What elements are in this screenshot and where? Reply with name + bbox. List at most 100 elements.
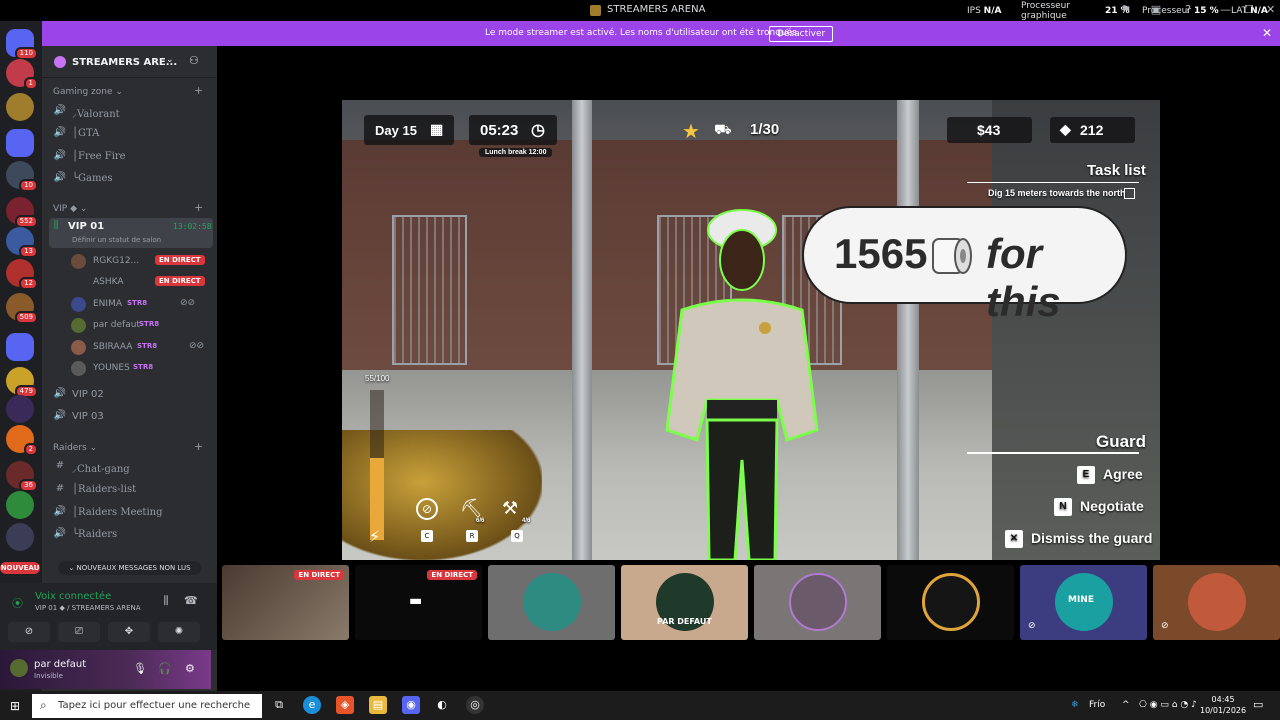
server-icon[interactable]: 13 bbox=[6, 227, 38, 258]
unread-messages-pill[interactable]: ⌄ NOUVEAUX MESSAGES NON LUS bbox=[58, 561, 201, 575]
server-icon[interactable]: 509 bbox=[6, 293, 38, 324]
channel-status-prompt[interactable]: Définir un statut de salon bbox=[72, 236, 161, 244]
taskbar-clock[interactable]: 04:45 10/01/2026 bbox=[1200, 694, 1246, 716]
participant-tile[interactable] bbox=[488, 565, 615, 640]
soundboard-button[interactable]: ✺ bbox=[158, 622, 200, 642]
participant-tile[interactable] bbox=[887, 565, 1014, 640]
voice-connected-label[interactable]: Voix connectée bbox=[35, 591, 111, 602]
server-icon[interactable] bbox=[6, 93, 34, 121]
add-channel-icon[interactable]: + bbox=[194, 440, 203, 453]
help-icon[interactable]: ? bbox=[1182, 4, 1194, 16]
close-banner-icon[interactable]: ✕ bbox=[1262, 26, 1272, 40]
new-badge[interactable]: NOUVEAU bbox=[0, 562, 40, 574]
app-icon[interactable]: ◐ bbox=[433, 696, 451, 714]
server-icon[interactable]: 2 bbox=[6, 425, 38, 456]
server-icon[interactable]: 10 bbox=[6, 161, 38, 192]
folder-icon[interactable] bbox=[6, 129, 34, 157]
activities-button[interactable]: ✥ bbox=[108, 622, 150, 642]
voice-user[interactable]: SBIRAAA STR8 ⊘⊘ bbox=[71, 338, 211, 356]
channel-vip-01[interactable]: ⫼ VIP 01 13:02:58 Définir un statut de s… bbox=[49, 218, 213, 248]
game-stream[interactable]: Day 15 ▦ 05:23 ◷ Lunch break 12:00 ★ ⛟ 1/3… bbox=[342, 100, 1160, 560]
participant-tile[interactable]: EN DIRECT ▬ bbox=[355, 565, 482, 640]
channel-raiders[interactable]: 🔊 ╰Raiders bbox=[53, 526, 213, 544]
invite-people-icon[interactable]: ⚇ bbox=[189, 54, 199, 67]
ips-stat: IPS N/A bbox=[967, 6, 1002, 16]
action-dismiss[interactable]: ✕ Dismiss the guard bbox=[1005, 530, 1152, 549]
compass-icon[interactable]: ⊘ bbox=[416, 498, 438, 520]
voice-user[interactable]: ASHKA EN DIRECT bbox=[71, 273, 211, 291]
server-icon[interactable] bbox=[6, 491, 34, 519]
notification-icon[interactable]: ▭ bbox=[1253, 698, 1263, 711]
avatar[interactable] bbox=[10, 659, 28, 677]
channel-valorant[interactable]: 🔊 ⸝Valorant bbox=[53, 103, 213, 121]
channel-vip-02[interactable]: 🔊 VIP 02 bbox=[53, 386, 213, 404]
guild-header[interactable]: STREAMERS ARE... ⌄ ⚇ bbox=[42, 46, 217, 78]
channel-free-fire[interactable]: 🔊 │Free Fire bbox=[53, 148, 213, 166]
task-view-icon[interactable]: ⧉ bbox=[270, 696, 288, 714]
avatar bbox=[922, 573, 980, 631]
weather-label[interactable]: Frío bbox=[1089, 700, 1105, 710]
taskbar-search[interactable]: ⌕ Tapez ici pour effectuer une recherche bbox=[32, 694, 262, 718]
username[interactable]: par defaut bbox=[34, 659, 86, 670]
participant-tile[interactable]: EN DIRECT bbox=[222, 565, 349, 640]
windows-start-icon[interactable]: ⊞ bbox=[10, 699, 20, 713]
chevron-down-icon[interactable]: ⌄ bbox=[166, 55, 174, 65]
voice-user[interactable]: ENIMA STR8 ⊘⊘ bbox=[71, 295, 211, 313]
add-channel-icon[interactable]: + bbox=[194, 84, 203, 97]
action-agree[interactable]: E Agree bbox=[1077, 466, 1143, 485]
inbox-icon[interactable]: ▣ bbox=[1150, 4, 1162, 16]
tray-icons[interactable]: ⎔ ◉ ▭ ⌂ ◔ ♪ bbox=[1139, 700, 1197, 710]
chevron-up-icon[interactable]: ^ bbox=[1122, 700, 1130, 710]
headphones-icon[interactable]: 🎧 bbox=[158, 662, 172, 675]
channel-chat-gang[interactable]: # ⸝Chat-gang bbox=[53, 458, 213, 476]
disable-streamer-button[interactable]: Désactiver bbox=[769, 26, 834, 42]
voice-user[interactable]: par defaut STR8 bbox=[71, 316, 211, 334]
camera-off-button[interactable]: ⊘ bbox=[8, 622, 50, 642]
participant-tile[interactable]: PAR DEFAUT bbox=[621, 565, 748, 640]
action-negotiate[interactable]: N Negotiate bbox=[1054, 498, 1144, 517]
brave-icon[interactable]: ◈ bbox=[336, 696, 354, 714]
participant-tile[interactable] bbox=[754, 565, 881, 640]
voice-user[interactable]: RGKG12... EN DIRECT bbox=[71, 252, 211, 270]
microphone-icon[interactable]: 🎙 bbox=[133, 662, 147, 675]
server-icon[interactable]: 479 bbox=[6, 367, 38, 398]
task-checkbox[interactable] bbox=[1124, 188, 1135, 199]
connection-signal-icon[interactable]: ⦿ bbox=[12, 595, 23, 611]
day-counter: Day 15 ▦ bbox=[364, 115, 454, 145]
server-icon[interactable]: 12 bbox=[6, 259, 38, 290]
edge-icon[interactable]: e bbox=[303, 696, 321, 714]
minimize-button[interactable]: — bbox=[1220, 3, 1231, 16]
server-icon[interactable]: 552 bbox=[6, 197, 38, 228]
folder-icon[interactable] bbox=[6, 333, 34, 361]
voice-user[interactable]: YOUNES STR8 bbox=[71, 359, 211, 377]
server-icon[interactable] bbox=[6, 523, 34, 551]
file-explorer-icon[interactable]: ▤ bbox=[369, 696, 387, 714]
close-window-button[interactable]: ✕ bbox=[1266, 3, 1275, 16]
category-vip[interactable]: VIP ◆ ⌄ bbox=[53, 204, 87, 214]
channel-raiders-meeting[interactable]: 🔊 │Raiders Meeting bbox=[53, 504, 213, 522]
channel-raiders-list[interactable]: # │Raiders-list bbox=[53, 481, 213, 499]
share-screen-button[interactable]: ⎚ bbox=[58, 622, 100, 642]
discord-home-icon[interactable]: 110 bbox=[6, 29, 38, 60]
settings-gear-icon[interactable]: ⚙ bbox=[185, 662, 195, 675]
stamina-label: 55/100 bbox=[365, 374, 390, 383]
channel-games[interactable]: 🔊 ╰Games bbox=[53, 170, 213, 188]
channel-gta[interactable]: 🔊 │GTA bbox=[53, 125, 213, 143]
flag-icon[interactable]: ⚑ bbox=[1120, 4, 1132, 16]
noise-suppression-icon[interactable]: ⫼ bbox=[160, 595, 172, 607]
add-channel-icon[interactable]: + bbox=[194, 201, 203, 214]
maximize-button[interactable]: ☐ bbox=[1244, 3, 1254, 16]
disconnect-icon[interactable]: ☎ bbox=[184, 595, 198, 607]
tool-icon[interactable]: ⚒ bbox=[502, 498, 518, 519]
discord-icon[interactable]: ◉ bbox=[402, 696, 420, 714]
server-icon[interactable]: 36 bbox=[6, 461, 38, 492]
app-icon[interactable]: ◎ bbox=[466, 696, 484, 714]
category-gaming-zone[interactable]: Gaming zone ⌄ bbox=[53, 87, 123, 97]
channel-vip-03[interactable]: 🔊 VIP 03 bbox=[53, 408, 213, 426]
participant-tile[interactable]: MINE ⊘ bbox=[1020, 565, 1147, 640]
shovel-icon[interactable]: ⛏ bbox=[460, 498, 483, 519]
participant-tile[interactable]: ⊘ bbox=[1153, 565, 1280, 640]
category-raiders[interactable]: Raiders ⌄ bbox=[53, 443, 97, 453]
server-icon[interactable] bbox=[6, 395, 34, 423]
dm-avatar[interactable]: 1 bbox=[6, 59, 38, 90]
